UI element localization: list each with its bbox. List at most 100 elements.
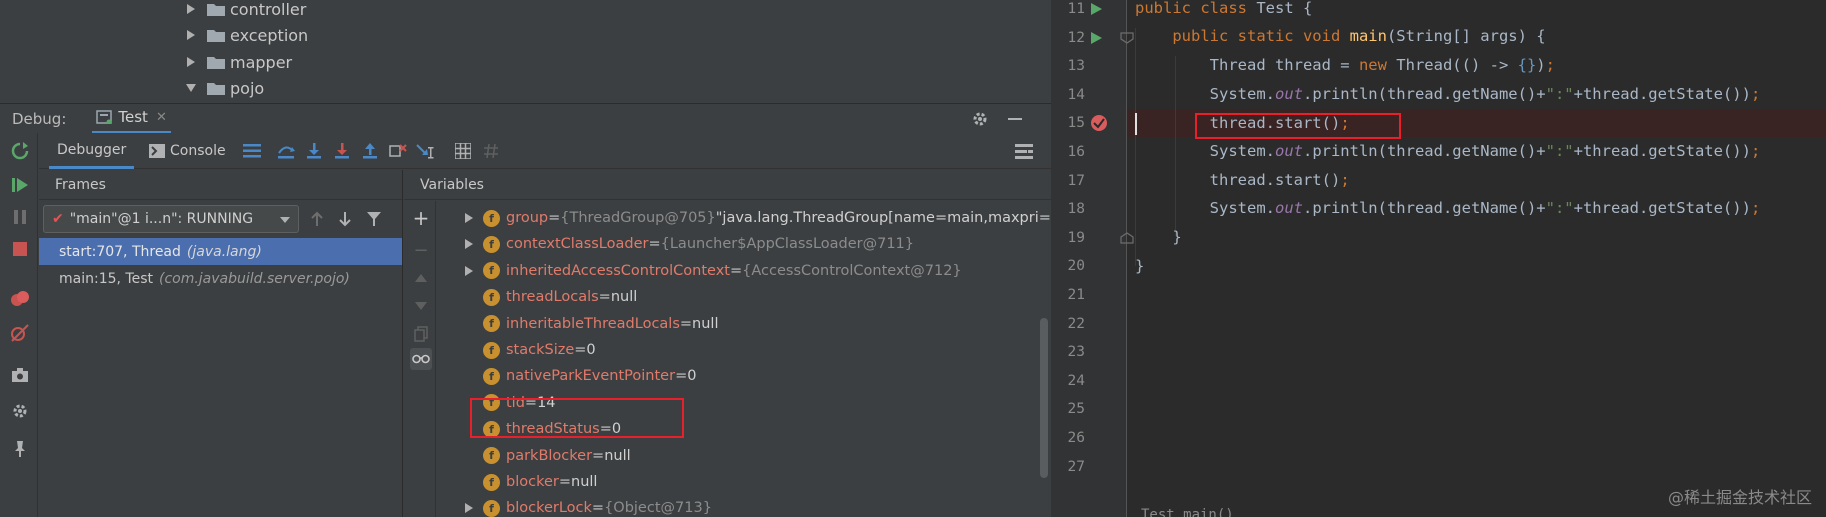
code-line-13: Thread thread = new Thread(() -> {}); (1135, 56, 1555, 74)
folder-icon (207, 30, 225, 42)
code-line-20: } (1135, 257, 1145, 275)
variable-row[interactable]: f blocker = null (437, 469, 597, 495)
step-into-icon[interactable] (304, 142, 324, 160)
run-to-cursor-icon[interactable] (416, 142, 436, 160)
frame-row[interactable]: start:707, Thread (java.lang) (39, 238, 402, 265)
thread-select[interactable]: ✔ "main"@1 i...n": RUNNING (43, 205, 299, 233)
tab-console[interactable]: Console (149, 133, 226, 169)
tree-item-mapper[interactable]: mapper (185, 50, 292, 74)
variable-row[interactable]: f stackSize = 0 (437, 337, 596, 363)
variable-row[interactable]: f inheritableThreadLocals = null (437, 311, 718, 337)
variables-scrollbar[interactable] (1040, 318, 1048, 478)
pause-icon[interactable] (10, 207, 30, 227)
rerun-icon[interactable] (10, 141, 30, 161)
variable-name: group (506, 210, 549, 226)
resume-icon[interactable] (10, 175, 30, 195)
code-line-14: System.out.println(thread.getName()+":"+… (1135, 85, 1761, 103)
variable-row[interactable]: f nativeParkEventPointer = 0 (437, 363, 696, 389)
force-step-into-icon[interactable] (332, 142, 352, 160)
view-breakpoints-icon[interactable] (10, 289, 30, 309)
copy-icon[interactable] (410, 323, 432, 345)
breakpoint-icon[interactable] (1090, 114, 1108, 132)
move-down-icon[interactable] (410, 295, 432, 317)
gear-icon[interactable] (971, 110, 989, 128)
field-icon: f (483, 262, 500, 280)
filter-icon[interactable] (366, 210, 382, 228)
line-number: 23 (1067, 344, 1085, 361)
field-icon: f (483, 209, 500, 227)
fold-icon[interactable] (1120, 32, 1134, 44)
code-line-17: thread.start(); (1135, 171, 1350, 189)
show-watches-icon[interactable] (410, 348, 432, 370)
frames-panel: Frames ✔ "main"@1 i...n": RUNNING start:… (39, 170, 403, 517)
close-icon[interactable]: ✕ (156, 110, 167, 125)
camera-icon[interactable] (10, 365, 30, 385)
settings-icon[interactable] (10, 401, 30, 421)
stop-icon[interactable] (10, 239, 30, 259)
folder-icon (207, 4, 225, 16)
next-frame-icon[interactable] (337, 210, 353, 228)
debug-side-toolbar (0, 133, 38, 517)
debug-ide-panel: controller exception mapper pojo Debug: … (0, 0, 1051, 517)
variable-name: inheritableThreadLocals (506, 315, 680, 332)
add-watch-icon[interactable]: + (410, 206, 432, 230)
trace-icon[interactable] (481, 142, 501, 160)
field-icon: f (483, 341, 500, 359)
run-gutter-icon[interactable] (1089, 31, 1103, 45)
move-up-icon[interactable] (410, 267, 432, 289)
code-editor[interactable]: 11 12 13 14 15 16 17 18 19 20 21 22 23 24 25 26 27 publi… (1051, 0, 1826, 517)
tab-debugger[interactable]: Debugger (49, 133, 135, 169)
expand-arrow-icon[interactable] (185, 3, 197, 15)
tree-item-exception[interactable]: exception (185, 23, 308, 47)
code-line-18: System.out.println(thread.getName()+":"+… (1135, 199, 1761, 217)
project-tree: controller exception mapper pojo (0, 0, 1051, 103)
field-icon: f (483, 367, 500, 385)
menu-lines-icon[interactable] (242, 142, 262, 160)
watermark: @稀土掘金技术社区 (1667, 488, 1812, 507)
expand-arrow-icon[interactable] (455, 236, 483, 252)
drop-frame-icon[interactable] (388, 142, 408, 160)
pin-icon[interactable] (10, 439, 30, 459)
variable-value: 0 (687, 368, 697, 385)
line-number: 22 (1067, 315, 1085, 332)
expand-arrow-icon[interactable] (185, 29, 197, 41)
line-number: 16 (1067, 144, 1085, 160)
expand-arrow-icon[interactable] (185, 56, 197, 68)
line-number: 18 (1067, 201, 1085, 218)
highlight-box-thread-status (470, 398, 684, 438)
step-out-icon[interactable] (360, 142, 380, 160)
variable-row[interactable]: f inheritedAccessControlContext = {Access… (437, 258, 962, 284)
variable-row[interactable]: f parkBlocker = null (437, 443, 631, 469)
tree-label: mapper (230, 52, 293, 72)
tab-test[interactable]: Test ✕ (92, 104, 171, 134)
remove-watch-icon[interactable]: − (410, 239, 432, 261)
variable-row[interactable]: f blockerLock = {Object@713} (437, 495, 712, 517)
expand-arrow-icon[interactable] (455, 263, 483, 279)
tree-item-controller[interactable]: controller (185, 0, 306, 21)
variable-eq: = (598, 289, 611, 306)
field-icon: f (483, 447, 500, 465)
expand-arrow-icon[interactable] (455, 500, 483, 516)
variable-ref: {Launcher$AppClassLoader@711} (660, 236, 915, 253)
variables-side-toolbar: + − (404, 201, 436, 517)
variable-eq: = (558, 474, 571, 490)
variable-row[interactable]: f group = {ThreadGroup@705} "java.lang.Th… (437, 205, 1051, 231)
variable-value: "java.lang.ThreadGroup[name=main,maxpri= (715, 210, 1051, 226)
frame-row[interactable]: main:15, Test (com.javabuild.server.pojo… (39, 265, 402, 292)
minimize-icon[interactable] (1007, 110, 1023, 128)
expand-arrow-icon[interactable] (455, 210, 483, 226)
variable-row[interactable]: f threadLocals = null (437, 284, 637, 310)
fold-icon[interactable] (1120, 232, 1134, 244)
tree-item-pojo[interactable]: pojo (185, 76, 264, 100)
previous-frame-icon[interactable] (309, 210, 325, 228)
variable-row[interactable]: f contextClassLoader = {Launcher$AppClass… (437, 231, 914, 257)
mute-breakpoints-icon[interactable] (10, 323, 30, 343)
restore-layout-icon[interactable] (1014, 142, 1034, 160)
variables-list: f group = {ThreadGroup@705} "java.lang.Th… (437, 201, 1051, 517)
line-number: 17 (1067, 172, 1085, 189)
collapse-arrow-icon[interactable] (185, 82, 197, 94)
run-gutter-icon[interactable] (1089, 2, 1103, 16)
evaluate-expression-icon[interactable] (453, 142, 473, 160)
step-over-icon[interactable] (276, 142, 296, 160)
line-number: 13 (1067, 58, 1085, 75)
